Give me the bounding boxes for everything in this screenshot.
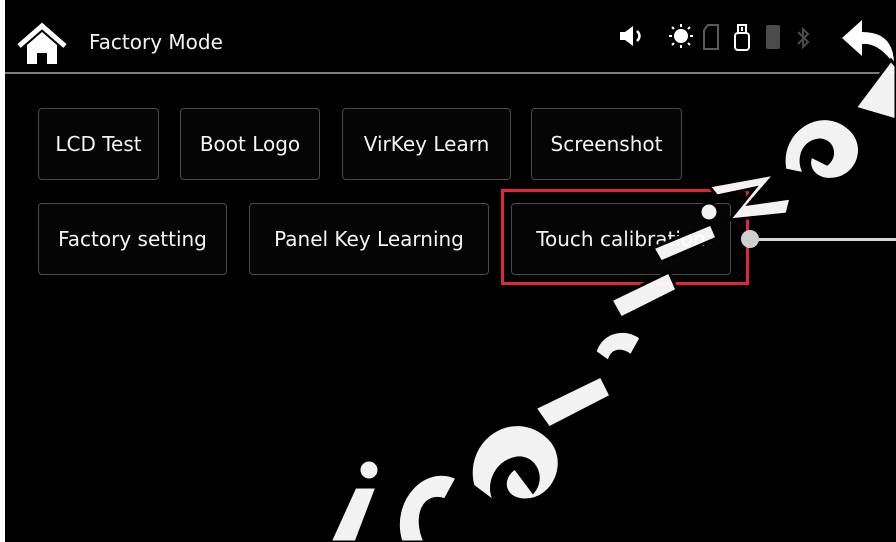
watermark bbox=[328, 57, 896, 542]
factory-mode-screen: Factory Mode LCD Test Boot Logo VirKey L… bbox=[5, 0, 896, 542]
